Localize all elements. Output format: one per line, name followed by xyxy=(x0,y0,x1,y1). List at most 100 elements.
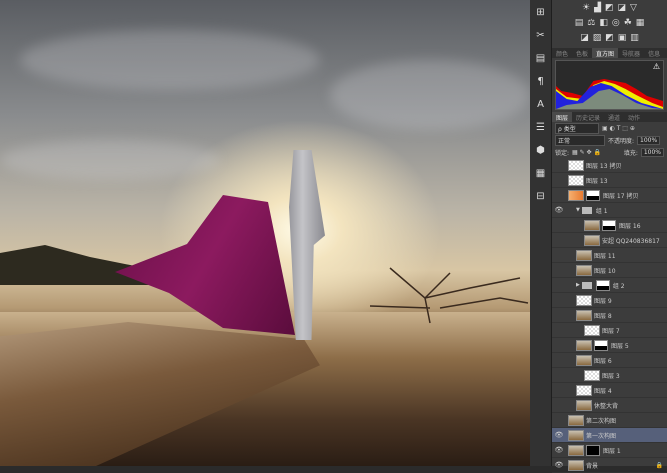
lock-icons[interactable]: ▦ ✎ ✥ 🔒 xyxy=(572,149,601,156)
tool-presets-icon[interactable]: ⊞ xyxy=(530,1,551,23)
layer-name[interactable]: 组 2 xyxy=(613,281,625,290)
paragraph-icon[interactable]: ¶ xyxy=(530,70,551,92)
posterize-icon[interactable]: ▨ xyxy=(593,33,602,43)
filter-icons[interactable]: ▣ ◐ T ⬚ ⊕ xyxy=(602,125,635,132)
layer-row[interactable]: ▶ 组 2 xyxy=(552,278,667,293)
layer-mask-thumbnail[interactable] xyxy=(594,339,608,351)
layer-row[interactable]: 👁 第一次构图 xyxy=(552,428,667,443)
layer-name[interactable]: 组 1 xyxy=(596,206,608,215)
layer-row[interactable]: 图层 7 xyxy=(552,323,667,338)
black-white-icon[interactable]: ◧ xyxy=(599,18,608,28)
tab-layers[interactable]: 图层 xyxy=(552,112,573,122)
layer-row[interactable]: 安超 QQ240836817 xyxy=(552,233,667,248)
tools-icon[interactable]: ✂ xyxy=(530,24,551,46)
layer-thumbnail xyxy=(568,444,584,456)
layer-name[interactable]: 图层 4 xyxy=(594,386,612,395)
layer-name[interactable]: 第一次构图 xyxy=(586,431,616,440)
layer-name[interactable]: 图层 13 拷贝 xyxy=(586,161,621,170)
properties-icon[interactable]: ▦ xyxy=(530,162,551,184)
invert-icon[interactable]: ◪ xyxy=(580,33,589,43)
layer-row[interactable]: 第二次构图 xyxy=(552,413,667,428)
layer-mask-thumbnail[interactable] xyxy=(602,219,616,231)
layer-filter-select[interactable]: ρ 类型 xyxy=(555,122,599,134)
tab-info[interactable]: 信息 xyxy=(644,48,664,58)
color-lookup-icon[interactable]: ▦ xyxy=(636,18,645,28)
opacity-input[interactable]: 100% xyxy=(637,135,661,145)
3d-icon[interactable]: ⬢ xyxy=(530,139,551,161)
layer-name[interactable]: 图层 9 xyxy=(594,296,612,305)
layer-row[interactable]: 图层 8 xyxy=(552,308,667,323)
warning-icon[interactable]: ⚠ xyxy=(653,62,660,71)
blend-mode-select[interactable]: 正常 xyxy=(555,134,605,146)
tab-color[interactable]: 颜色 xyxy=(552,48,572,58)
layer-row[interactable]: 休整大背 xyxy=(552,398,667,413)
eye-icon[interactable]: 👁 xyxy=(552,431,566,439)
color-balance-icon[interactable]: ⚖ xyxy=(587,18,595,28)
panel-dock: ⊞ ✂ ▤ ¶ A ☰ ⬢ ▦ ⊟ xyxy=(530,0,552,466)
right-panel: ☀ ▟ ◩ ◪ ▽ ▤ ⚖ ◧ ◎ ☘ ▦ ◪ ▨ ◩ ▣ ▥ 颜色 色板 直方… xyxy=(552,0,667,473)
layer-row[interactable]: 图层 13 拷贝 xyxy=(552,158,667,173)
layer-row[interactable]: 图层 16 xyxy=(552,218,667,233)
layer-name[interactable]: 图层 10 xyxy=(594,266,616,275)
layer-row[interactable]: 图层 13 xyxy=(552,173,667,188)
layer-name[interactable]: 图层 7 xyxy=(602,326,620,335)
layer-mask-thumbnail[interactable] xyxy=(595,279,610,291)
hue-saturation-icon[interactable]: ▤ xyxy=(575,18,584,28)
exposure-icon[interactable]: ◪ xyxy=(618,3,627,13)
gradient-map-icon[interactable]: ▣ xyxy=(618,33,627,43)
layer-name[interactable]: 图层 8 xyxy=(594,311,612,320)
layer-name[interactable]: 图层 11 xyxy=(594,251,616,260)
layer-row[interactable]: 图层 3 xyxy=(552,368,667,383)
tab-actions[interactable]: 动作 xyxy=(624,112,644,122)
channel-mixer-icon[interactable]: ☘ xyxy=(624,18,632,28)
tab-swatches[interactable]: 色板 xyxy=(572,48,592,58)
layer-name[interactable]: 图层 5 xyxy=(611,341,629,350)
tab-history[interactable]: 历史记录 xyxy=(572,112,604,122)
adjust-icon[interactable]: ☰ xyxy=(530,116,551,138)
layer-row[interactable]: 👁 ▼ 组 1 xyxy=(552,203,667,218)
layer-name[interactable]: 图层 3 xyxy=(602,371,620,380)
selective-color-icon[interactable]: ▥ xyxy=(630,33,639,43)
photo-filter-icon[interactable]: ◎ xyxy=(612,18,620,28)
layer-row[interactable]: 图层 6 xyxy=(552,353,667,368)
brightness-icon[interactable]: ☀ xyxy=(582,3,590,13)
cloud xyxy=(0,140,220,180)
layer-name[interactable]: 背景 xyxy=(586,461,598,470)
layer-thumbnail xyxy=(584,369,600,381)
eye-icon[interactable]: 👁 xyxy=(552,206,566,214)
layer-name[interactable]: 休整大背 xyxy=(594,401,618,410)
layer-name[interactable]: 图层 17 拷贝 xyxy=(603,191,638,200)
layer-name[interactable]: 图层 1 xyxy=(603,446,621,455)
levels-icon[interactable]: ▟ xyxy=(594,3,601,13)
layer-comps-icon[interactable]: ⊟ xyxy=(530,185,551,207)
tab-histogram[interactable]: 直方图 xyxy=(592,48,619,58)
layer-mask-thumbnail[interactable] xyxy=(586,189,600,201)
layer-row[interactable]: 图层 17 拷贝 xyxy=(552,188,667,203)
layer-name[interactable]: 图层 16 xyxy=(619,221,641,230)
character-icon[interactable]: A xyxy=(530,93,551,115)
brush-presets-icon[interactable]: ▤ xyxy=(530,47,551,69)
tab-navigator[interactable]: 导航器 xyxy=(618,48,644,58)
layer-mask-thumbnail[interactable] xyxy=(586,444,600,456)
expand-arrow-icon[interactable]: ▼ xyxy=(576,207,580,213)
layer-row[interactable]: 图层 5 xyxy=(552,338,667,353)
layer-name[interactable]: 安超 QQ240836817 xyxy=(602,236,660,245)
layer-row[interactable]: 图层 9 xyxy=(552,293,667,308)
layer-name[interactable]: 图层 13 xyxy=(586,176,608,185)
layer-name[interactable]: 图层 6 xyxy=(594,356,612,365)
layer-row[interactable]: 图层 4 xyxy=(552,383,667,398)
canvas-photo[interactable] xyxy=(0,0,530,466)
vibrance-icon[interactable]: ▽ xyxy=(630,3,637,13)
expand-arrow-icon[interactable]: ▶ xyxy=(576,282,580,288)
threshold-icon[interactable]: ◩ xyxy=(605,33,614,43)
layer-row[interactable]: 图层 11 xyxy=(552,248,667,263)
layer-thumbnail xyxy=(576,294,592,306)
layer-name[interactable]: 第二次构图 xyxy=(586,416,616,425)
tab-channels[interactable]: 通道 xyxy=(604,112,624,122)
eye-icon[interactable]: 👁 xyxy=(552,461,566,469)
layer-row[interactable]: 图层 10 xyxy=(552,263,667,278)
layer-row[interactable]: 👁 图层 1 xyxy=(552,443,667,458)
eye-icon[interactable]: 👁 xyxy=(552,446,566,454)
fill-input[interactable]: 100% xyxy=(640,147,664,157)
curves-icon[interactable]: ◩ xyxy=(605,3,614,13)
